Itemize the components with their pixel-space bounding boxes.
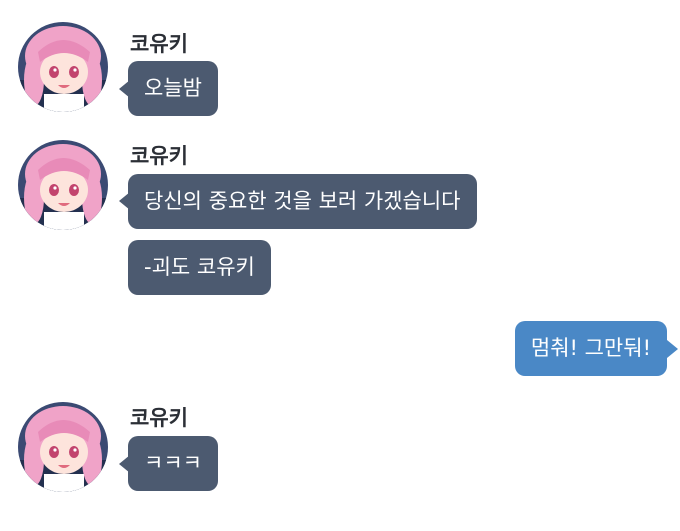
incoming-message-bubble[interactable]: ㅋㅋㅋ — [128, 436, 218, 491]
sender-name: 코유키 — [130, 406, 188, 430]
sender-avatar[interactable] — [18, 22, 108, 112]
sender-name: 코유키 — [130, 144, 188, 168]
incoming-message-bubble[interactable]: 당신의 중요한 것을 보러 가겠습니다 — [128, 174, 477, 229]
sender-avatar[interactable] — [18, 402, 108, 492]
outgoing-message-bubble[interactable]: 멈춰! 그만둬! — [514, 321, 667, 376]
pink-haired-girl-avatar-icon — [18, 402, 108, 492]
pink-haired-girl-avatar-icon — [18, 140, 108, 230]
pink-haired-girl-avatar-icon — [18, 22, 108, 112]
sender-avatar[interactable] — [18, 140, 108, 230]
bubble-tail — [667, 340, 678, 358]
sender-name: 코유키 — [130, 32, 188, 56]
incoming-message-bubble[interactable]: 오늘밤 — [128, 61, 218, 116]
incoming-message-bubble[interactable]: -괴도 코유키 — [128, 240, 271, 295]
